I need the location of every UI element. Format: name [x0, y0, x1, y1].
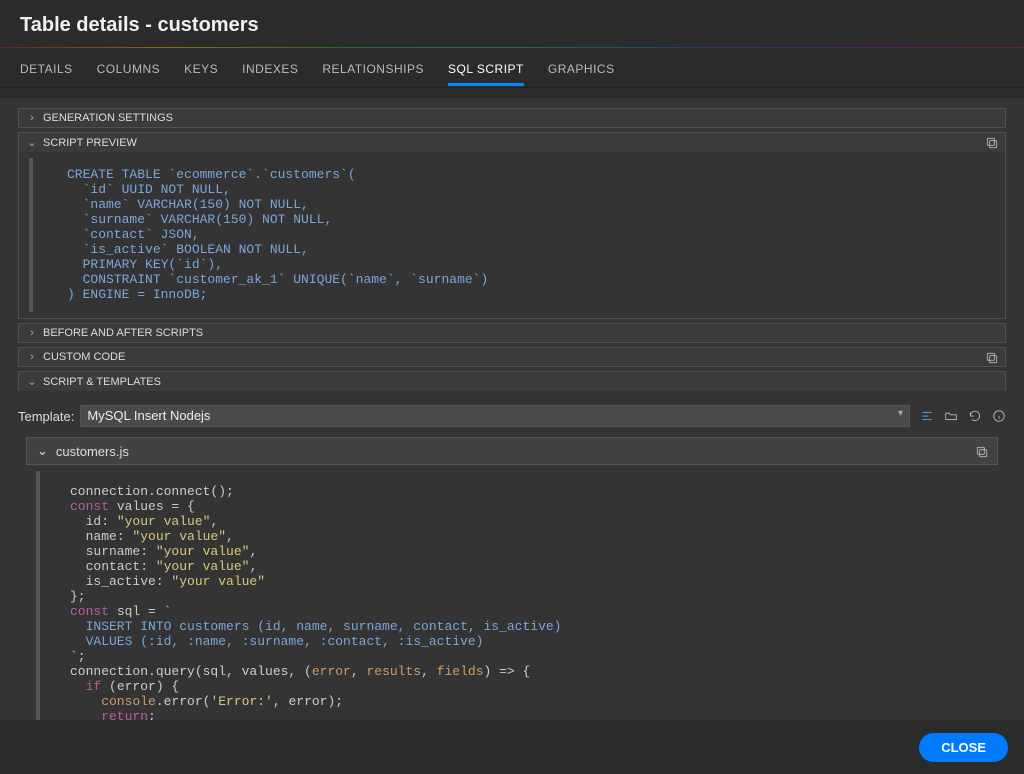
section-title: SCRIPT PREVIEW: [43, 137, 137, 149]
copy-icon[interactable]: [985, 351, 999, 365]
section-script-templates: ⌄ SCRIPT & TEMPLATES: [18, 371, 1006, 391]
info-icon[interactable]: [992, 407, 1006, 425]
section-header-generation-settings[interactable]: › GENERATION SETTINGS: [19, 109, 1005, 127]
accent-divider: [0, 47, 1024, 48]
chevron-right-icon: ›: [27, 327, 37, 339]
chevron-down-icon: ⌄: [27, 375, 37, 388]
section-title: BEFORE AND AFTER SCRIPTS: [43, 327, 203, 339]
tab-details[interactable]: DETAILS: [20, 50, 73, 86]
sql-code-block: CREATE TABLE `ecommerce`.`customers`( `i…: [29, 158, 995, 312]
section-header-script-preview[interactable]: ⌄ SCRIPT PREVIEW: [19, 133, 1005, 152]
tab-relationships[interactable]: RELATIONSHIPS: [322, 50, 424, 86]
section-title: GENERATION SETTINGS: [43, 112, 173, 124]
sql-code: CREATE TABLE `ecommerce`.`customers`( `i…: [67, 168, 985, 302]
section-header-custom-code[interactable]: › CUSTOM CODE: [19, 348, 1005, 366]
section-script-preview: ⌄ SCRIPT PREVIEW CREATE TABLE `ecommerce…: [18, 132, 1006, 319]
chevron-right-icon: ›: [27, 351, 37, 363]
chevron-down-icon: ⌄: [37, 443, 48, 459]
page-title: Table details - customers: [0, 0, 1024, 47]
section-generation-settings: › GENERATION SETTINGS: [18, 108, 1006, 128]
format-icon[interactable]: [920, 407, 934, 425]
close-button[interactable]: CLOSE: [919, 733, 1008, 762]
tab-indexes[interactable]: INDEXES: [242, 50, 298, 86]
file-header[interactable]: ⌄ customers.js: [26, 437, 998, 465]
content-area: › GENERATION SETTINGS ⌄ SCRIPT PREVIEW C…: [0, 98, 1024, 720]
tab-graphics[interactable]: GRAPHICS: [548, 50, 615, 86]
refresh-icon[interactable]: [968, 407, 982, 425]
template-row: Template: MySQL Insert Nodejs: [18, 405, 1006, 427]
template-toolbar: [920, 407, 1006, 425]
section-header-script-templates[interactable]: ⌄ SCRIPT & TEMPLATES: [19, 372, 1005, 391]
tab-sql-script[interactable]: SQL SCRIPT: [448, 50, 524, 86]
section-header-before-after[interactable]: › BEFORE AND AFTER SCRIPTS: [19, 324, 1005, 342]
chevron-down-icon: ⌄: [27, 136, 37, 149]
template-select[interactable]: MySQL Insert Nodejs: [80, 405, 910, 427]
footer-bar: CLOSE: [0, 720, 1024, 774]
js-code-block: connection.connect(); const values = { i…: [36, 471, 986, 720]
section-before-after: › BEFORE AND AFTER SCRIPTS: [18, 323, 1006, 343]
copy-icon[interactable]: [985, 136, 999, 150]
file-name: customers.js: [56, 444, 129, 459]
js-code: connection.connect(); const values = { i…: [70, 485, 986, 720]
folder-open-icon[interactable]: [944, 407, 958, 425]
tab-keys[interactable]: KEYS: [184, 50, 218, 86]
section-title: SCRIPT & TEMPLATES: [43, 376, 161, 388]
chevron-right-icon: ›: [27, 112, 37, 124]
tab-columns[interactable]: COLUMNS: [97, 50, 161, 86]
copy-icon[interactable]: [975, 443, 989, 459]
template-selected-value: MySQL Insert Nodejs: [87, 408, 210, 423]
template-label: Template:: [18, 409, 74, 424]
section-title: CUSTOM CODE: [43, 351, 125, 363]
section-custom-code: › CUSTOM CODE: [18, 347, 1006, 367]
tab-bar: DETAILS COLUMNS KEYS INDEXES RELATIONSHI…: [0, 48, 1024, 88]
